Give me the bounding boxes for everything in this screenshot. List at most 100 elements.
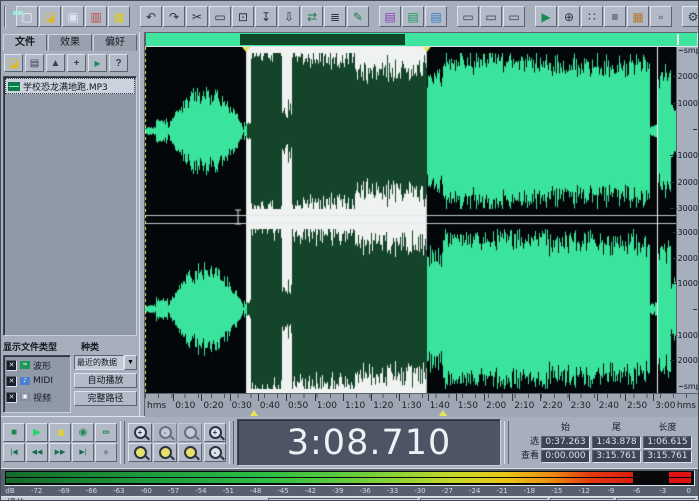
trim-icon[interactable]: ▭ xyxy=(209,6,231,27)
selection-end[interactable]: 1:43.878 xyxy=(592,436,641,449)
video-checkbox[interactable]: ✕ xyxy=(6,392,17,403)
sort-dropdown-arrow-icon[interactable]: ▼ xyxy=(124,355,137,370)
open-file-icon[interactable]: ◪ xyxy=(39,6,61,27)
waveform-view-icon[interactable]: ▤ xyxy=(402,6,424,27)
amplitude-label: 20000 xyxy=(673,73,699,81)
undo-icon[interactable]: ↶ xyxy=(140,6,162,27)
filter-midi-row[interactable]: ✕ ♪ MIDI xyxy=(6,373,68,389)
window-waveform-icon[interactable]: ▭ xyxy=(457,6,479,27)
meter-scale-label: -6 xyxy=(632,487,642,495)
tab-favorites[interactable]: 偏好 xyxy=(93,34,137,51)
phase-analysis-icon[interactable]: ▫ xyxy=(650,6,672,27)
meter-scale-label: 0 xyxy=(684,487,694,495)
organizer-help-icon[interactable]: ? xyxy=(109,54,128,72)
convert-sample-type-icon[interactable]: ⇄ xyxy=(301,6,323,27)
meter-scale-label: -21 xyxy=(496,487,507,495)
mix-paste-icon[interactable]: ⇩ xyxy=(278,6,300,27)
autoplay-button[interactable]: 自动播放 xyxy=(74,373,137,388)
zoom-out-vertical-button[interactable]: - xyxy=(204,443,226,462)
level-meter-icon[interactable]: ≡ xyxy=(604,6,626,27)
play-button[interactable]: ▶ xyxy=(26,423,48,442)
waveform-checkbox[interactable]: ✕ xyxy=(6,360,17,371)
meter-scale-label: -39 xyxy=(332,487,343,495)
toolbar-handle-knob xyxy=(13,11,23,15)
save-selection-icon[interactable]: ▦ xyxy=(108,6,130,27)
time-ruler[interactable]: hms hms 0:100:200:300:400:501:001:101:20… xyxy=(145,393,698,417)
copy-icon[interactable]: ⊡ xyxy=(232,6,254,27)
overview-navigation-bar[interactable] xyxy=(145,32,698,47)
toolbar-handle[interactable] xyxy=(4,6,6,28)
toolbar-grip[interactable] xyxy=(504,421,509,464)
redo-icon[interactable]: ↷ xyxy=(163,6,185,27)
save-copy-icon[interactable]: ▥ xyxy=(85,6,107,27)
file-list-item[interactable]: 学校恐龙满地跑.MP3 xyxy=(5,78,135,94)
loop-button[interactable]: ∞ xyxy=(95,423,117,442)
cue-list-icon[interactable]: ✎ xyxy=(347,6,369,27)
tab-files[interactable]: 文件 xyxy=(3,34,47,51)
zoom-in-button[interactable]: + xyxy=(128,423,152,442)
play-file-icon[interactable]: ▸ xyxy=(88,54,107,72)
view-begin[interactable]: 0:00.000 xyxy=(541,450,590,463)
level-meter[interactable] xyxy=(4,470,695,486)
selection-begin[interactable]: 0:37.263 xyxy=(541,436,590,449)
amplitude-ruler[interactable]: smpl20000100000-10000-20000-30000 300002… xyxy=(676,47,699,393)
waveform-canvas[interactable] xyxy=(145,47,676,393)
selection-edge-marker[interactable] xyxy=(439,410,447,416)
show-file-types-label: 显示文件类型 xyxy=(3,340,81,353)
zoom-left-edge-button[interactable] xyxy=(153,443,177,462)
scale-tool-icon[interactable]: ∷ xyxy=(581,6,603,27)
midi-checkbox[interactable]: ✕ xyxy=(6,376,17,387)
file-list[interactable]: 学校恐龙满地跑.MP3 xyxy=(3,76,137,336)
toolbar-grip[interactable] xyxy=(229,421,234,464)
zoom-tool-icon[interactable]: ⊕ xyxy=(558,6,580,27)
spectral-view-icon[interactable]: ▤ xyxy=(425,6,447,27)
play-looped-button[interactable]: ◉ xyxy=(72,423,94,442)
paste-icon[interactable]: ↧ xyxy=(255,6,277,27)
options-toolbar-group: ⚙◫? xyxy=(682,6,699,27)
stop-button[interactable]: ■ xyxy=(3,423,25,442)
multitrack-view-icon[interactable]: ▤ xyxy=(379,6,401,27)
amplitude-label: 30000 xyxy=(673,229,699,237)
view-end[interactable]: 3:15.761 xyxy=(592,450,641,463)
window-session-icon[interactable]: ▭ xyxy=(503,6,525,27)
zoom-to-selection-button[interactable] xyxy=(128,443,152,462)
toolbar-grip[interactable] xyxy=(120,421,125,464)
new-file-icon[interactable]: ▢ xyxy=(16,6,38,27)
organizer-options: 显示文件类型 种类 ✕ ≈ 波形 ✕ ♪ MIDI xyxy=(3,337,137,415)
fast-forward-button[interactable]: ▶▶ xyxy=(49,443,71,462)
time-ruler-tick: 1:10 xyxy=(343,394,344,401)
go-to-end-button[interactable]: ▶| xyxy=(72,443,94,462)
time-display[interactable]: 3:08.710 xyxy=(237,419,501,466)
zoom-right-edge-button[interactable] xyxy=(178,443,202,462)
tab-effects[interactable]: 效果 xyxy=(48,34,92,51)
pause-button[interactable]: ▮▮ xyxy=(49,423,71,442)
rewind-button[interactable]: ◀◀ xyxy=(26,443,48,462)
selection-edge-marker[interactable] xyxy=(250,410,258,416)
meter-scale-label: -57 xyxy=(168,487,179,495)
insert-multitrack-icon[interactable]: + xyxy=(67,54,86,72)
go-to-start-button[interactable]: |◀ xyxy=(3,443,25,462)
selection-length[interactable]: 1:06.615 xyxy=(643,436,692,449)
full-path-button[interactable]: 完整路径 xyxy=(74,391,137,406)
filter-video-row[interactable]: ✕ ▣ 视频 xyxy=(6,389,68,405)
window-organizer-icon[interactable]: ▭ xyxy=(480,6,502,27)
window-toolbar-group: ▭▭▭ xyxy=(457,6,525,27)
record-button[interactable]: ● xyxy=(95,443,117,462)
view-toolbar-group: ▤▤▤ xyxy=(379,6,447,27)
save-file-icon[interactable]: ▣ xyxy=(62,6,84,27)
open-folder-icon[interactable]: ◪ xyxy=(4,54,23,72)
zoom-in-vertical-button[interactable]: + xyxy=(204,423,226,442)
frequency-analysis-icon[interactable]: ▦ xyxy=(627,6,649,27)
import-file-icon[interactable]: ▤ xyxy=(25,54,44,72)
zoom-out-button[interactable]: - xyxy=(153,423,177,442)
batch-process-icon[interactable]: ≣ xyxy=(324,6,346,27)
play-tool-icon[interactable]: ▶ xyxy=(535,6,557,27)
cut-icon[interactable]: ✂ xyxy=(186,6,208,27)
close-file-icon[interactable]: ▲ xyxy=(46,54,65,72)
filter-waveform-row[interactable]: ✕ ≈ 波形 xyxy=(6,357,68,373)
view-length[interactable]: 3:15.761 xyxy=(643,450,692,463)
zoom-full-button[interactable] xyxy=(178,423,202,442)
sort-dropdown[interactable]: 最近的数据 ▼ xyxy=(74,355,137,370)
settings-gear-icon[interactable]: ⚙ xyxy=(682,6,699,27)
file-name: 学校恐龙满地跑.MP3 xyxy=(23,80,108,93)
